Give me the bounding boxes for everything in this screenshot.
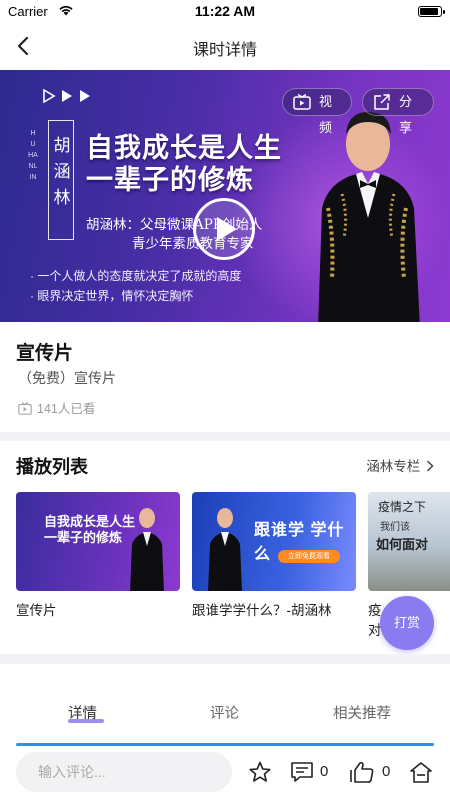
playlist-title: 播放列表 <box>16 457 88 477</box>
playlist-item-caption: 宣传片 <box>16 603 57 618</box>
status-time: 11:22 AM <box>194 3 256 19</box>
tab-comments[interactable]: 评论 <box>210 702 239 723</box>
view-count: 141人已看 <box>18 398 95 417</box>
active-tab-indicator <box>68 719 104 723</box>
hero-name-frame: 胡涵林 <box>48 120 74 240</box>
play-button[interactable] <box>193 198 255 260</box>
comment-icon[interactable] <box>290 761 314 783</box>
playlist-thumbnail: 疫情之下 我们该 如何面对 <box>368 492 450 591</box>
thumb-headline: 自我成长是人生 一辈子的修炼 <box>44 514 136 545</box>
home-icon[interactable] <box>409 761 433 783</box>
hero-headline: 自我成长是人生 一辈子的修炼 <box>86 132 282 196</box>
lesson-info: 宣传片 （免费）宣传片 141人已看 <box>0 322 450 432</box>
page-title: 课时详情 <box>192 42 257 59</box>
share-chip-button[interactable]: 分享 <box>362 88 434 135</box>
star-icon[interactable] <box>248 761 272 783</box>
hero-bullets: · 一个人做人的态度就决定了成就的高度 · 眼界决定世界，情怀决定胸怀 <box>30 266 241 306</box>
like-count: 0 <box>382 763 391 780</box>
video-chip-label: 视频 <box>319 94 333 135</box>
video-player[interactable]: HUHANLIN 胡涵林 自我成长是人生 一辈子的修炼 胡涵林：父母微课APP创… <box>0 70 450 322</box>
thumb-headline: 疫情之下 <box>378 500 427 514</box>
battery-icon <box>418 6 445 17</box>
video-icon <box>293 94 311 110</box>
playlist-item-caption: 跟谁学学什么？-胡涵林 <box>192 603 332 618</box>
chevron-right-icon <box>426 460 434 472</box>
playlist-thumbnail: 自我成长是人生 一辈子的修炼 <box>16 492 180 591</box>
like-icon[interactable] <box>350 761 376 783</box>
hero-name-cn: 胡涵林 <box>53 136 71 208</box>
tab-recommendations[interactable]: 相关推荐 <box>333 702 391 723</box>
section-divider <box>0 654 450 664</box>
status-bar: Carrier 11:22 AM <box>0 0 450 22</box>
video-chip-button[interactable]: 视频 <box>282 88 352 135</box>
column-link[interactable]: 涵林专栏 <box>366 455 434 475</box>
thumb-subline-2: 如何面对 <box>376 537 429 552</box>
hero-name-en: HUHANLIN <box>28 130 38 181</box>
view-count-text: 141人已看 <box>37 402 96 416</box>
thumb-subline: 我们该 <box>380 522 410 533</box>
column-link-label: 涵林专栏 <box>366 459 421 474</box>
hero-bullet-1: · 一个人做人的态度就决定了成就的高度 <box>30 269 242 283</box>
hero-bullet-2: · 眼界决定世界，情怀决定胸怀 <box>30 289 194 303</box>
hero-headline-line1: 自我成长是人生 <box>86 133 282 163</box>
comment-count: 0 <box>320 763 329 780</box>
playlist-header: 播放列表 涵林专栏 <box>0 441 450 487</box>
thumb-watch-badge: 立即免费观看 <box>278 550 340 563</box>
tv-icon <box>18 402 32 415</box>
playlist-thumbnail: 跟谁学 学什么 立即免费观看 <box>192 492 356 591</box>
bottom-action-bar: 0 0 <box>0 746 450 800</box>
thumb-speaker-photo <box>130 508 164 591</box>
share-icon <box>374 94 390 110</box>
lesson-title: 宣传片 <box>16 343 74 364</box>
share-chip-label: 分享 <box>399 94 413 135</box>
lesson-subtitle: （免费）宣传片 <box>18 370 116 386</box>
hero-headline-line2: 一辈子的修炼 <box>86 165 254 195</box>
detail-tabs: 详情 评论 相关推荐 <box>0 664 450 746</box>
decorative-arrows-icon <box>43 88 90 104</box>
reward-button[interactable]: 打赏 <box>380 596 434 650</box>
section-divider <box>0 432 450 441</box>
playlist-item[interactable]: 跟谁学 学什么 立即免费观看 跟谁学学什么？-胡涵林 <box>192 492 356 621</box>
playlist-item[interactable]: 自我成长是人生 一辈子的修炼 宣传片 <box>16 492 180 621</box>
comment-input[interactable] <box>16 752 232 792</box>
thumb-speaker-photo <box>208 508 242 591</box>
nav-bar: 课时详情 <box>0 22 450 70</box>
play-icon <box>217 217 237 241</box>
